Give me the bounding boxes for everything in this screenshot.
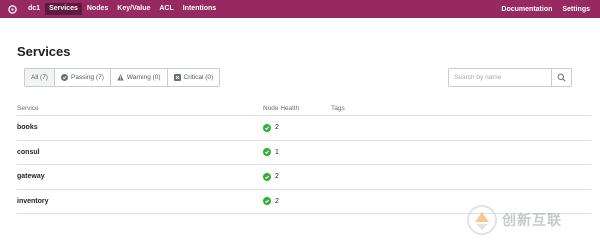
datacenter-selector[interactable]: dc1 — [24, 3, 44, 15]
table-row[interactable]: gateway 2 — [17, 165, 591, 190]
search-box — [448, 68, 572, 87]
header-node-health: Node Health — [263, 105, 300, 112]
health-count: 2 — [275, 124, 279, 132]
services-table: Service Node Health Tags books 2 consul … — [17, 102, 591, 214]
search-icon — [557, 73, 566, 82]
nav-key-value[interactable]: Key/Value — [113, 3, 154, 15]
search-button[interactable] — [551, 69, 571, 86]
table-row[interactable]: consul 1 — [17, 141, 591, 165]
filter-critical[interactable]: Critical (0) — [168, 69, 220, 86]
check-circle-icon — [60, 74, 68, 81]
passing-check-icon — [263, 197, 271, 206]
passing-check-icon — [263, 172, 271, 181]
filter-critical-label: Critical (0) — [183, 74, 214, 81]
health-count: 2 — [275, 197, 279, 205]
header-tags: Tags — [331, 105, 345, 112]
passing-check-icon — [263, 148, 271, 157]
health-count: 1 — [275, 148, 279, 156]
health-count: 2 — [275, 173, 279, 181]
nav-documentation[interactable]: Documentation — [501, 6, 552, 13]
service-name[interactable]: inventory — [17, 198, 263, 205]
service-name[interactable]: consul — [17, 149, 263, 156]
node-health: 2 — [263, 123, 331, 132]
passing-check-icon — [263, 123, 271, 132]
service-name[interactable]: books — [17, 124, 263, 131]
warning-triangle-icon — [117, 74, 124, 81]
header-service: Service — [17, 105, 39, 112]
x-square-icon — [173, 74, 181, 81]
top-nav: dc1 Services Nodes Key/Value ACL Intenti… — [0, 0, 600, 18]
consul-logo-icon[interactable] — [7, 4, 17, 14]
table-header: Service Node Health Tags — [17, 102, 591, 116]
nav-settings[interactable]: Settings — [562, 6, 590, 13]
node-health: 1 — [263, 148, 331, 157]
watermark-logo-icon — [467, 205, 497, 235]
node-health: 2 — [263, 197, 331, 206]
watermark: 创新互联 — [466, 203, 562, 237]
nav-nodes[interactable]: Nodes — [83, 3, 112, 15]
filter-warning[interactable]: Warning (0) — [111, 69, 168, 86]
nav-acl[interactable]: ACL — [155, 3, 177, 15]
filter-all-label: All (7) — [31, 74, 48, 81]
watermark-text: 创新互联 — [502, 212, 562, 228]
filter-warning-label: Warning (0) — [126, 74, 161, 81]
node-health: 2 — [263, 172, 331, 181]
health-filter-group: All (7) Passing (7) Warning (0) Critical… — [24, 68, 221, 87]
page-title: Services — [17, 44, 71, 59]
table-row[interactable]: books 2 — [17, 116, 591, 141]
search-input[interactable] — [449, 69, 551, 86]
filter-passing[interactable]: Passing (7) — [55, 69, 111, 86]
service-name[interactable]: gateway — [17, 173, 263, 180]
nav-intentions[interactable]: Intentions — [179, 3, 220, 15]
nav-services[interactable]: Services — [45, 3, 82, 15]
filter-passing-label: Passing (7) — [70, 74, 104, 81]
filter-all[interactable]: All (7) — [25, 69, 55, 86]
